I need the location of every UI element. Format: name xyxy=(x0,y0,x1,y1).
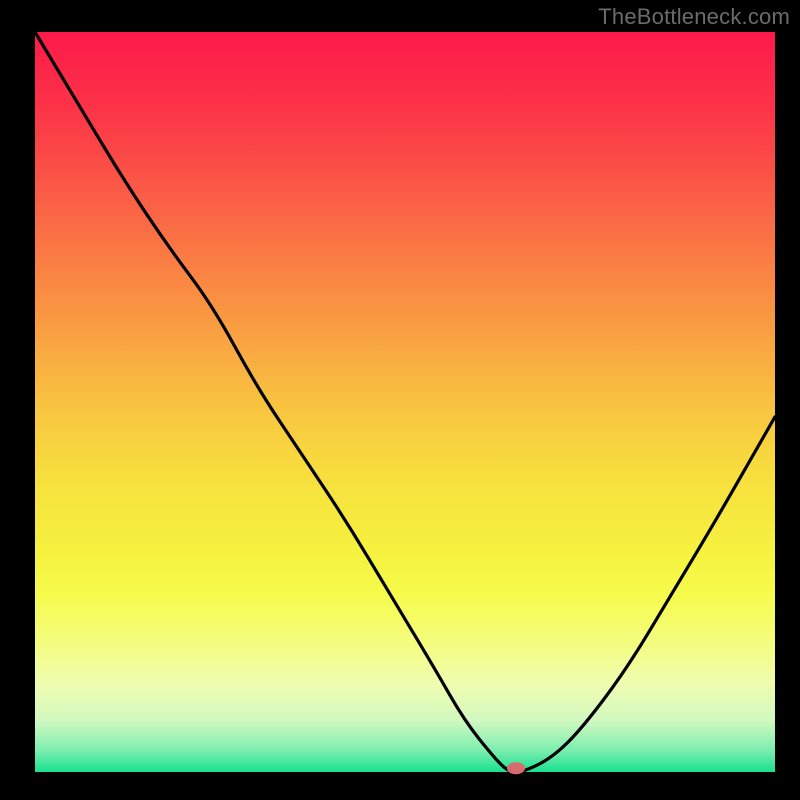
plot-area xyxy=(35,32,775,772)
bottleneck-chart xyxy=(0,0,800,800)
watermark-text: TheBottleneck.com xyxy=(598,4,790,30)
chart-frame: TheBottleneck.com xyxy=(0,0,800,800)
optimal-marker[interactable] xyxy=(507,762,525,774)
